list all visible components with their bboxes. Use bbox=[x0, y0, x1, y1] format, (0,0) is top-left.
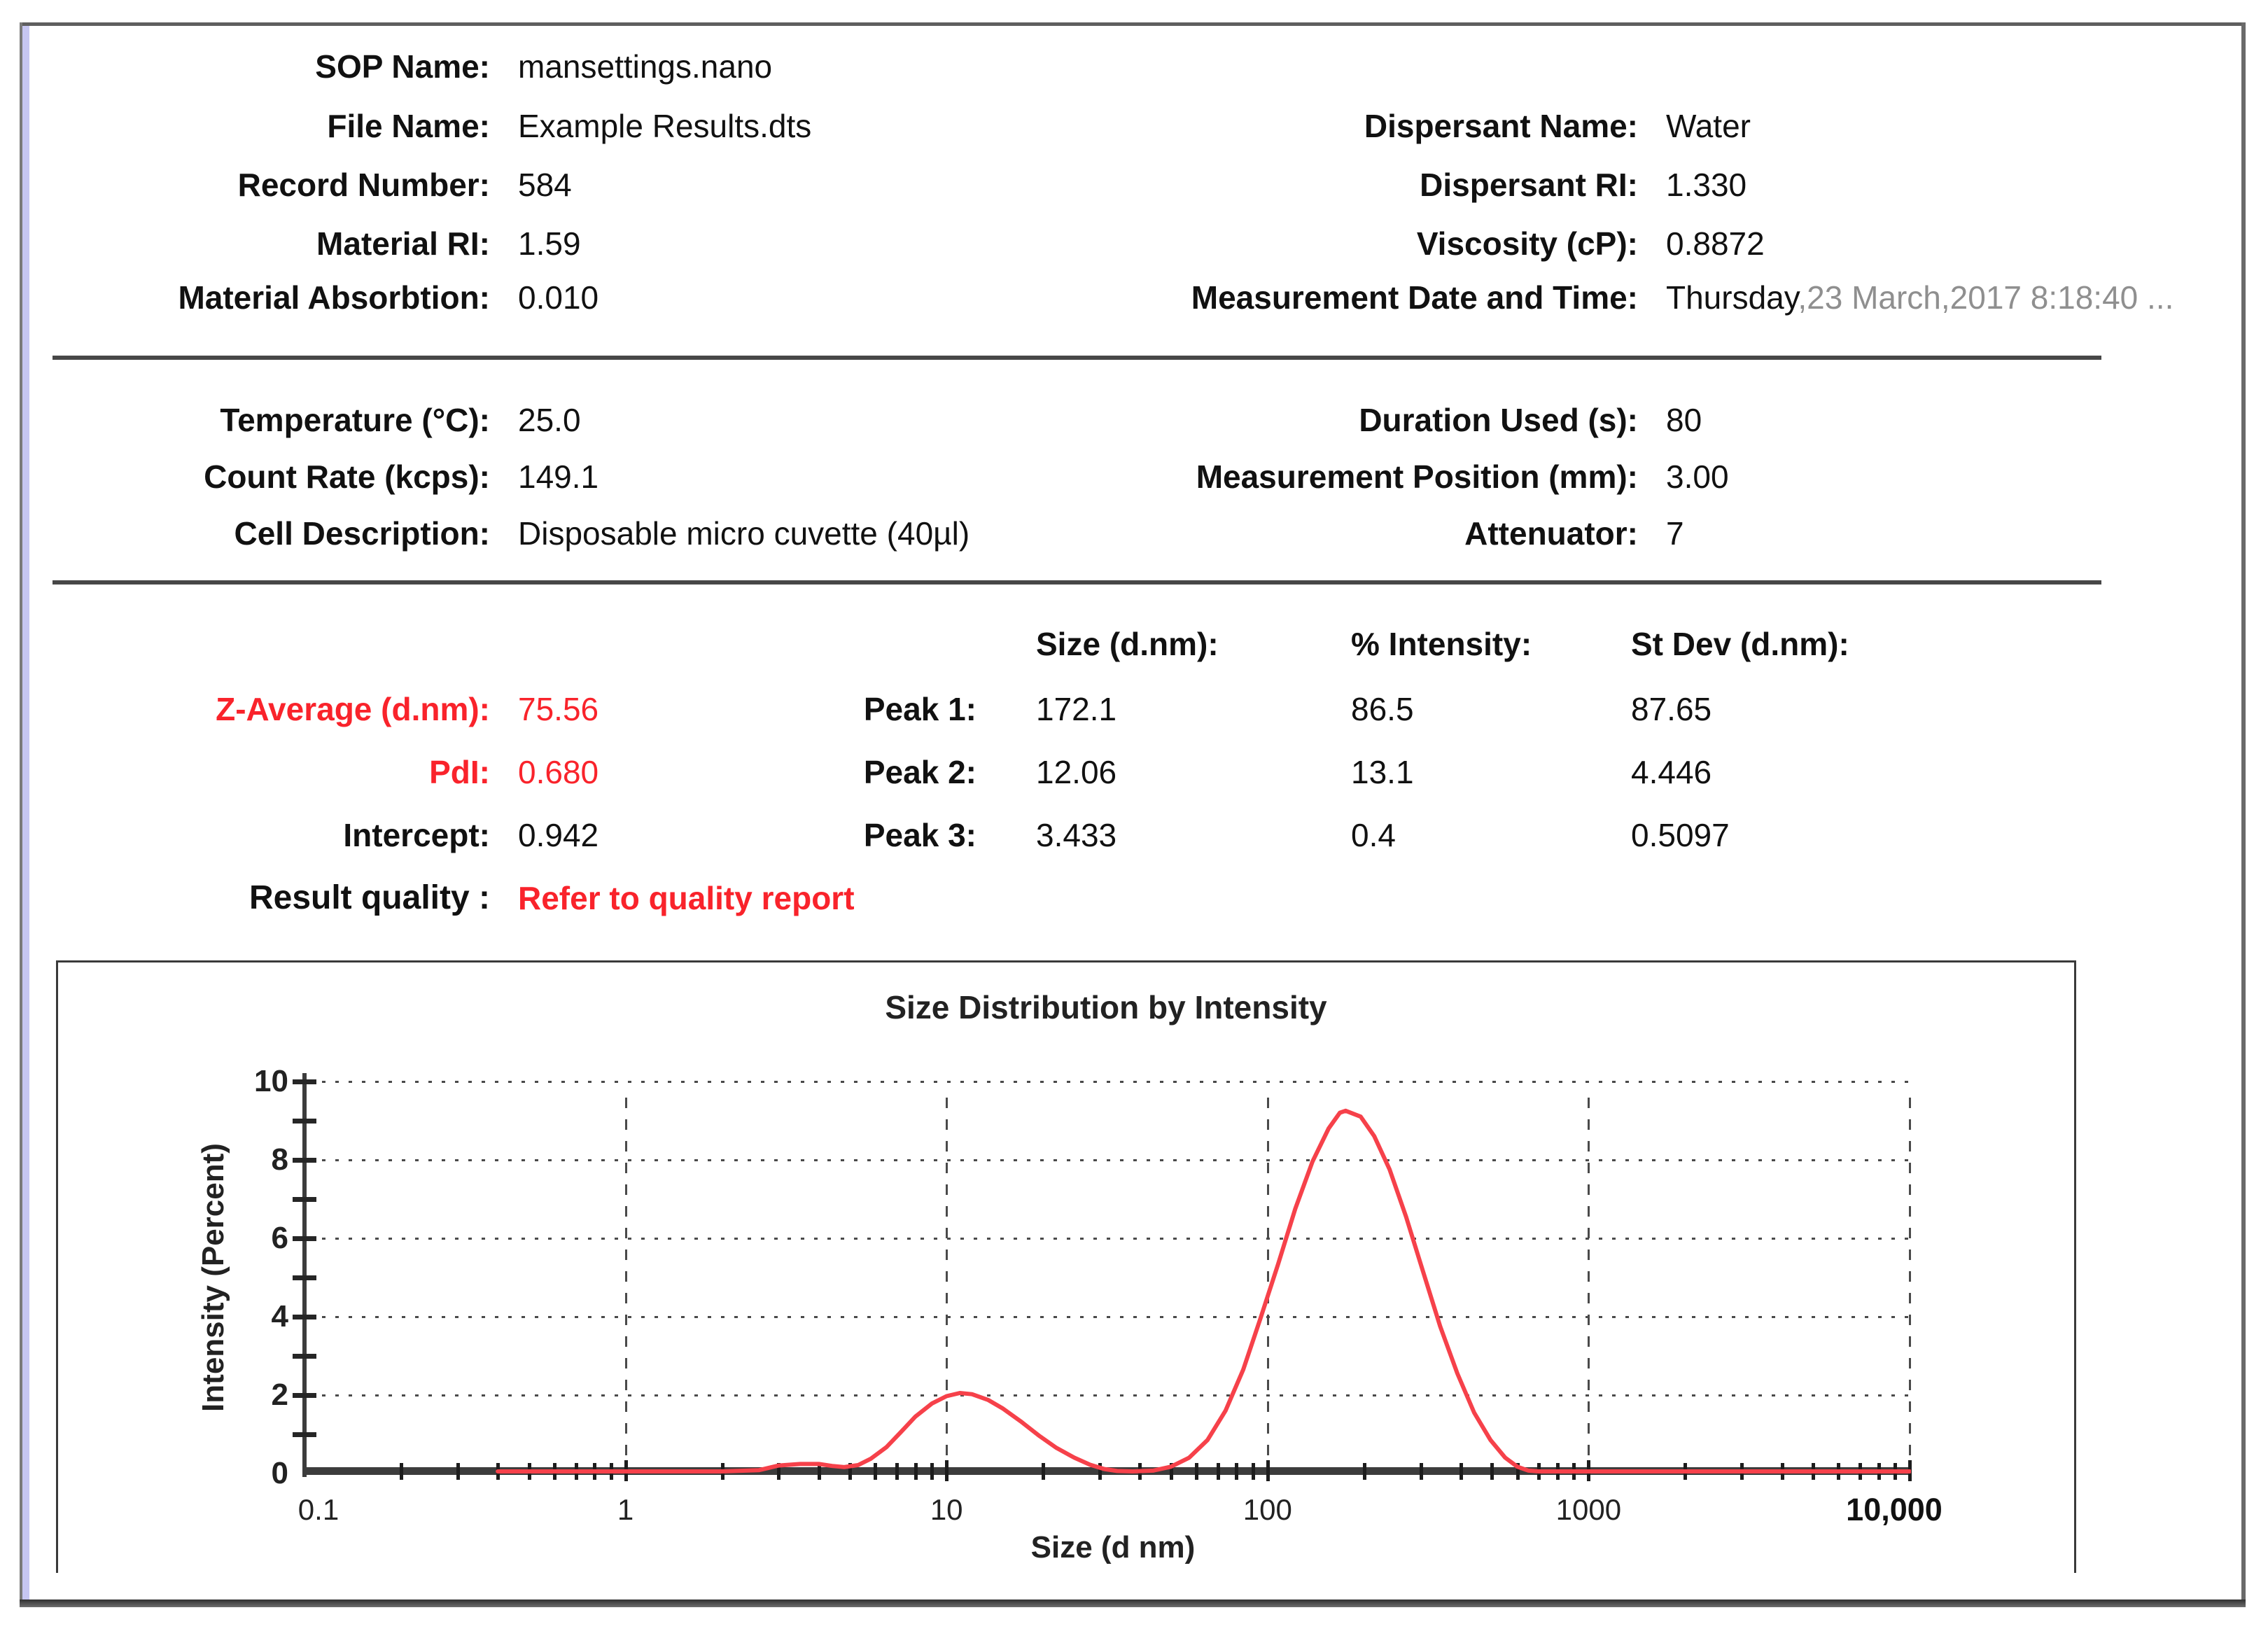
info-row: Material RI: 1.59 Viscosity (cP): 0.8872 bbox=[0, 223, 2268, 265]
field-value: 80 bbox=[1666, 399, 1702, 441]
field-value: 3.00 bbox=[1666, 456, 1729, 498]
section-divider bbox=[52, 580, 2101, 584]
peak-label: Peak 2: bbox=[0, 751, 976, 793]
y-tick-label: 2 bbox=[183, 1376, 288, 1415]
field-value: 0.8872 bbox=[1666, 223, 1765, 265]
field-label: SOP Name: bbox=[0, 46, 490, 88]
peak-label: Peak 1: bbox=[0, 688, 976, 730]
peak-size: 12.06 bbox=[1036, 751, 1116, 793]
column-header-stdev: St Dev (d.nm): bbox=[1631, 623, 1849, 665]
condition-row: Count Rate (kcps): 149.1 Measurement Pos… bbox=[0, 456, 2268, 498]
report-page: SOP Name: mansettings.nano File Name: Ex… bbox=[0, 0, 2268, 1645]
field-value: 1.330 bbox=[1666, 164, 1746, 206]
peak-intensity: 13.1 bbox=[1351, 751, 1414, 793]
x-tick-label: 1 bbox=[521, 1492, 731, 1527]
peak-intensity: 86.5 bbox=[1351, 688, 1414, 730]
chart-title: Size Distribution by Intensity bbox=[686, 988, 1526, 1026]
peak-stdev: 87.65 bbox=[1631, 688, 1712, 730]
column-header-size: Size (d.nm): bbox=[1036, 623, 1219, 665]
y-axis-title: Intensity (Percent) bbox=[192, 1068, 234, 1488]
results-row: Intercept: 0.942 Peak 3: 3.433 0.4 0.509… bbox=[0, 814, 2268, 856]
y-tick-label: 10 bbox=[183, 1062, 288, 1101]
peak-label: Peak 3: bbox=[0, 814, 976, 856]
field-label: Measurement Date and Time: bbox=[0, 276, 1638, 318]
x-tick-label: 100 bbox=[1163, 1492, 1373, 1527]
results-row: Z-Average (d.nm): 75.56 Peak 1: 172.1 86… bbox=[0, 688, 2268, 730]
x-axis-title: Size (d nm) bbox=[693, 1530, 1533, 1565]
result-quality-value: Refer to quality report bbox=[518, 877, 855, 919]
info-row: File Name: Example Results.dts Dispersan… bbox=[0, 105, 2268, 147]
peak-intensity: 0.4 bbox=[1351, 814, 1396, 856]
page-border-bottom bbox=[20, 1600, 2246, 1607]
field-value: mansettings.nano bbox=[518, 46, 772, 88]
info-row: Material Absorbtion: 0.010 Measurement D… bbox=[0, 276, 2268, 318]
field-value: Water bbox=[1666, 105, 1751, 147]
field-label: Duration Used (s): bbox=[0, 399, 1638, 441]
field-label: Measurement Position (mm): bbox=[0, 456, 1638, 498]
x-tick-label: 1000 bbox=[1483, 1492, 1693, 1527]
result-quality-row: Result quality : Refer to quality report bbox=[0, 877, 2268, 919]
peak-size: 3.433 bbox=[1036, 814, 1116, 856]
column-header-intensity: % Intensity: bbox=[1351, 623, 1532, 665]
field-value: 7 bbox=[1666, 512, 1684, 554]
x-tick-label: 10,000 bbox=[1789, 1492, 1999, 1527]
condition-row: Cell Description: Disposable micro cuvet… bbox=[0, 512, 2268, 554]
datetime-day: Thursday bbox=[1666, 279, 1798, 316]
section-divider bbox=[52, 356, 2101, 360]
y-tick-label: 6 bbox=[183, 1219, 288, 1258]
x-tick-label: 0.1 bbox=[214, 1492, 424, 1527]
peak-stdev: 0.5097 bbox=[1631, 814, 1730, 856]
peak-size: 172.1 bbox=[1036, 688, 1116, 730]
y-tick-label: 8 bbox=[183, 1140, 288, 1180]
condition-row: Temperature (°C): 25.0 Duration Used (s)… bbox=[0, 399, 2268, 441]
info-row: Record Number: 584 Dispersant RI: 1.330 bbox=[0, 164, 2268, 206]
datetime-rest: ,23 March,2017 8:18:40 ... bbox=[1798, 279, 2174, 316]
y-tick-label: 4 bbox=[183, 1297, 288, 1336]
field-label: Viscosity (cP): bbox=[0, 223, 1638, 265]
info-row: SOP Name: mansettings.nano bbox=[0, 46, 2268, 88]
result-quality-label: Result quality : bbox=[0, 877, 490, 919]
x-tick-label: 10 bbox=[841, 1492, 1051, 1527]
field-label: Attenuator: bbox=[0, 512, 1638, 554]
results-row: PdI: 0.680 Peak 2: 12.06 13.1 4.446 bbox=[0, 751, 2268, 793]
intensity-curve bbox=[304, 1078, 1911, 1479]
measurement-datetime: Thursday,23 March,2017 8:18:40 ... bbox=[1666, 276, 2174, 318]
peak-stdev: 4.446 bbox=[1631, 751, 1712, 793]
page-border-top bbox=[20, 22, 2246, 26]
y-tick-label: 0 bbox=[183, 1454, 288, 1493]
results-header-row: Size (d.nm): % Intensity: St Dev (d.nm): bbox=[0, 623, 2268, 665]
field-label: Dispersant Name: bbox=[0, 105, 1638, 147]
field-label: Dispersant RI: bbox=[0, 164, 1638, 206]
